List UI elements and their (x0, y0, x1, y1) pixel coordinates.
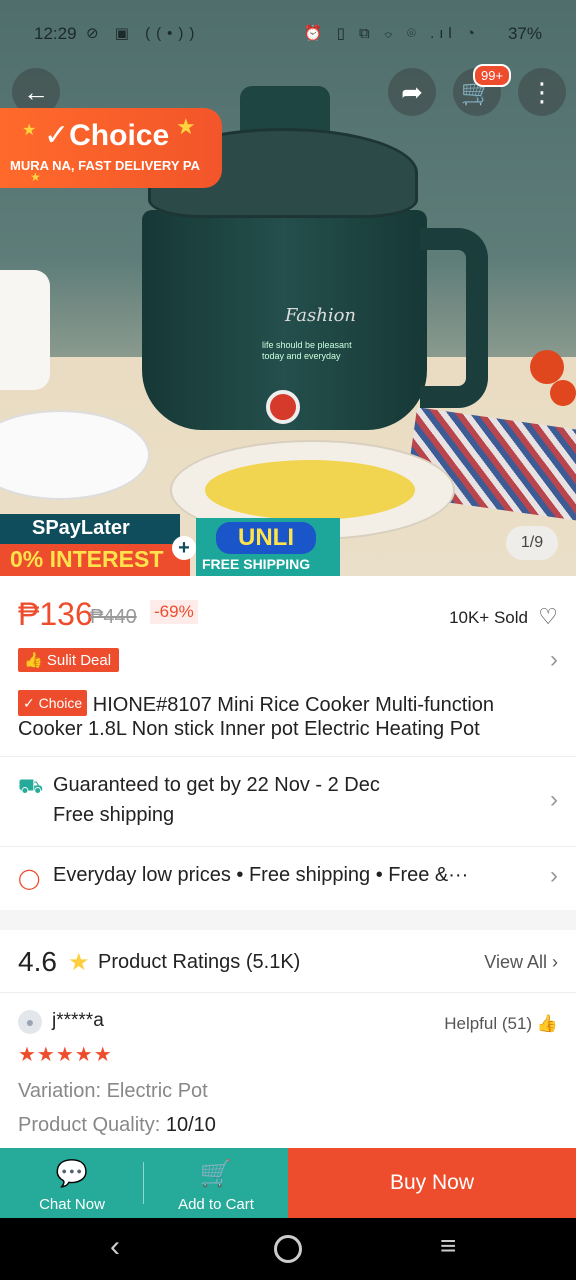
unli-title: UNLI (216, 522, 316, 554)
bottom-action-bar: 💬 Chat Now 🛒 Add to Cart Buy Now (0, 1148, 576, 1218)
more-options-button[interactable]: ⋮ (518, 68, 566, 116)
promo-banner: SPayLater 0% INTEREST UNLI FREE SHIPPING… (0, 514, 340, 576)
current-price: ₱136 (18, 596, 93, 632)
plus-icon: + (172, 536, 196, 560)
nav-home-icon[interactable] (274, 1235, 302, 1263)
nav-back-icon[interactable]: ‹ (110, 1230, 120, 1264)
review-quality: Product Quality: 10/10 (18, 1114, 216, 1137)
view-all-link[interactable]: View All › (484, 952, 558, 973)
ratings-label: Product Ratings (5.1K) (98, 951, 301, 973)
rating-score: 4.6 (18, 946, 57, 977)
product-title-text: HIONE#8107 Mini Rice Cooker Multi-functi… (18, 694, 495, 740)
shipping-fee: Free shipping (53, 804, 175, 826)
add-to-cart-label: Add to Cart (178, 1196, 254, 1213)
helpful-button[interactable]: Helpful (51) 👍 (444, 1014, 558, 1034)
helpful-count: Helpful (51) (444, 1014, 533, 1033)
heart-icon[interactable]: ♡ (538, 604, 558, 630)
star-icon: ★ (68, 949, 90, 976)
product-page: 12:29 ⊘ ▣ ((•)) ⏰ ▯ ⧉ ⌔ ⌾ .ıl ◔ 37% Fash… (0, 0, 576, 1280)
chevron-right-icon: › (550, 862, 558, 889)
cooker-print-text: Fashion (285, 305, 357, 326)
chevron-right-icon: › (550, 786, 558, 813)
sulit-deal-row[interactable]: 👍 Sulit Deal › (18, 646, 558, 674)
divider (0, 846, 576, 847)
rice-bowl-image (0, 270, 50, 390)
cart-plus-icon: 🛒 (199, 1158, 233, 1188)
divider (0, 992, 576, 993)
system-nav-bar: ‹ ≡ (0, 1218, 576, 1280)
spaylater-interest: 0% INTEREST (0, 544, 190, 576)
unli-subtitle: FREE SHIPPING (202, 556, 311, 572)
status-time: 12:29 (34, 24, 77, 43)
cooker-small-text: life should be pleasant today and everyd… (262, 340, 352, 361)
star-icon: ★ (22, 122, 37, 139)
delivery-estimate: Guaranteed to get by 22 Nov - 2 Dec (53, 774, 380, 796)
view-all-label: View All (484, 952, 547, 972)
salad-bowl-image (0, 410, 150, 500)
section-divider (0, 910, 576, 930)
cooker-handle (420, 228, 488, 408)
add-to-cart-button[interactable]: 🛒 Add to Cart (144, 1148, 288, 1218)
quality-label: Product Quality: (18, 1114, 166, 1136)
review-variation: Variation: Electric Pot (18, 1080, 208, 1102)
notification-icons: ⊘ ▣ ((•)) (86, 25, 201, 42)
cart-button[interactable]: 🛒 99+ (453, 64, 512, 116)
sulit-deal-label: Sulit Deal (46, 652, 112, 669)
nav-recents-icon[interactable]: ≡ (440, 1230, 456, 1262)
reviewer-name: j*****a (52, 1010, 104, 1031)
arrow-left-icon: ← (23, 76, 49, 107)
discount-badge: -69% (150, 600, 198, 624)
more-vertical-icon: ⋮ (529, 76, 555, 107)
original-price: ₱440 (90, 606, 137, 628)
buy-now-button[interactable]: Buy Now (288, 1148, 576, 1218)
product-image-carousel[interactable]: 12:29 ⊘ ▣ ((•)) ⏰ ▯ ⧉ ⌔ ⌾ .ıl ◔ 37% Fash… (0, 0, 576, 576)
shield-icon: ◯ (18, 868, 41, 890)
battery-level: 37% (507, 24, 542, 43)
chevron-right-icon: › (550, 646, 558, 673)
share-arrow-icon: ➦ (401, 76, 423, 107)
avatar: ● (18, 1010, 42, 1034)
tomato-image (530, 350, 564, 384)
thumbs-up-icon: 👍 (536, 1014, 558, 1033)
star-icon: ★ (176, 114, 196, 139)
price-row: ₱136 ₱440 -69% 10K+ Sold ♡ (18, 596, 558, 636)
spaylater-title: SPayLater (0, 514, 180, 544)
guarantees-row[interactable]: ◯ Everyday low prices • Free shipping • … (18, 862, 558, 894)
sold-count: 10K+ Sold (449, 608, 528, 627)
image-counter: 1/9 (506, 526, 558, 560)
guarantees-text: Everyday low prices • Free shipping • Fr… (53, 864, 469, 886)
ratings-header: 4.6 ★ Product Ratings (5.1K) View All › (18, 946, 558, 982)
sulit-deal-badge: 👍 Sulit Deal (18, 648, 120, 672)
cart-count-badge: 99+ (473, 64, 512, 87)
choice-banner: ★ ★ ★ ✓Choice MURA NA, FAST DELIVERY PA (0, 108, 222, 188)
unli-shipping-badge: UNLI FREE SHIPPING (196, 518, 340, 576)
cooker-switch (266, 390, 300, 424)
thumbs-up-icon: 👍 (24, 652, 43, 669)
status-bar: 12:29 ⊘ ▣ ((•)) ⏰ ▯ ⧉ ⌔ ⌾ .ıl ◔ 37% (0, 0, 576, 66)
choice-banner-title: ✓Choice (44, 119, 170, 152)
choice-banner-subtitle: MURA NA, FAST DELIVERY PA (10, 158, 200, 173)
quality-value: 10/10 (165, 1114, 216, 1136)
share-button[interactable]: ➦ (388, 68, 436, 116)
tomato-image (550, 380, 576, 406)
chat-bubble-icon: 💬 (55, 1158, 89, 1188)
chat-now-label: Chat Now (39, 1196, 105, 1213)
system-status-icons: ⏰ ▯ ⧉ ⌔ ⌾ .ıl ◔ (303, 25, 480, 42)
shipping-row[interactable]: ⛟ Guaranteed to get by 22 Nov - 2 Dec Fr… (18, 772, 558, 832)
dumpling-image (205, 460, 415, 520)
product-title: ✓ Choice HIONE#8107 Mini Rice Cooker Mul… (18, 690, 558, 741)
chat-now-button[interactable]: 💬 Chat Now (0, 1148, 144, 1218)
review-stars: ★★★★★ (18, 1044, 113, 1066)
divider (0, 756, 576, 757)
choice-tag: ✓ Choice (18, 690, 88, 716)
truck-icon: ⛟ (18, 776, 44, 798)
